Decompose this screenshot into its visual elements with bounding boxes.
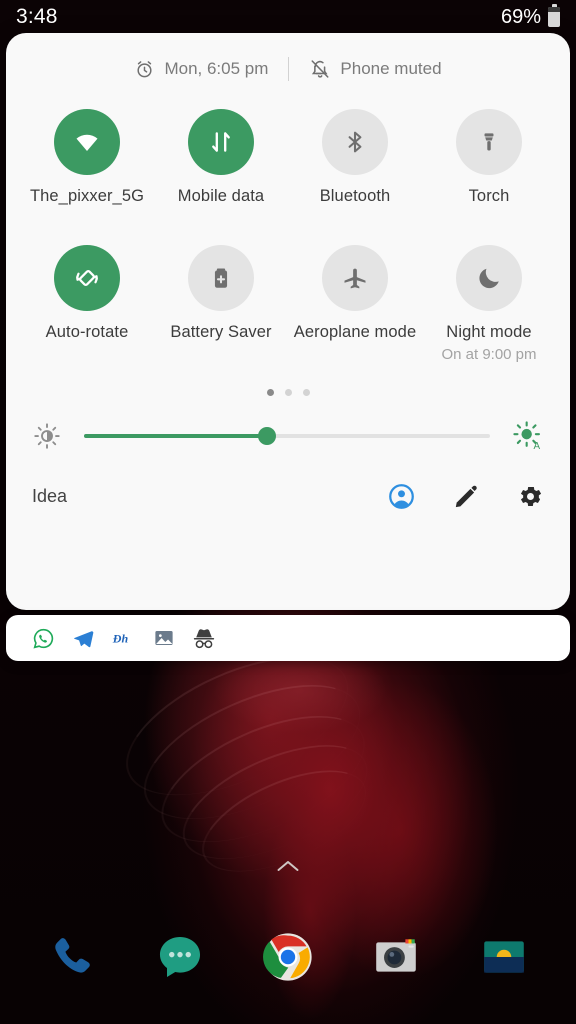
battery-percent-label: 69% [500,5,541,28]
quick-settings-footer: Idea [6,468,570,526]
auto-brightness-icon[interactable]: A [512,420,544,452]
header-divider [288,57,290,81]
gallery-icon[interactable] [153,627,175,649]
messages-app-icon[interactable] [151,928,209,986]
gallery-app-icon[interactable] [475,928,533,986]
qs-tile-night-mode[interactable]: Night mode On at 9:00 pm [422,244,556,363]
flashlight-icon [477,130,501,154]
dh-app-icon[interactable]: Ðh [112,628,136,648]
quick-settings-header: Mon, 6:05 pm Phone muted [6,33,570,105]
settings-gear-icon[interactable] [517,483,544,510]
quick-settings-panel: Mon, 6:05 pm Phone muted The_pixxer_5G M… [6,33,570,610]
qs-tile-label: Auto-rotate [45,322,129,341]
wifi-icon [72,127,102,157]
qs-tile-aeroplane-mode-circle [322,244,388,311]
mobile-data-icon [207,128,235,156]
brightness-slider[interactable] [84,426,490,445]
qs-tile-bluetooth-circle [322,109,388,175]
chevron-up-icon [275,858,301,874]
qs-tile-mobile-data-circle [188,109,254,175]
qs-tile-label: The_pixxer_5G [29,187,145,205]
status-right-group: 69% [500,4,560,29]
telegram-icon[interactable] [72,627,95,650]
qs-tile-label: Night mode [446,322,532,341]
alarm-clock-icon [134,59,155,80]
chrome-app-icon[interactable] [259,928,317,986]
brightness-row: A [6,420,570,452]
qs-tile-auto-rotate[interactable]: Auto-rotate [20,244,154,363]
qs-tile-battery-saver-circle [188,244,254,311]
carrier-label: Idea [32,486,68,507]
status-bar: 3:48 69% [0,0,576,34]
qs-tile-label: Mobile data [177,187,265,205]
ringer-status[interactable]: Phone muted [309,58,442,80]
alarm-status[interactable]: Mon, 6:05 pm [134,59,268,80]
qs-tile-sublabel: On at 9:00 pm [441,345,537,363]
quick-settings-pager [6,388,570,396]
qs-tile-bluetooth[interactable]: Bluetooth [288,109,422,207]
qs-tile-label: Aeroplane mode [293,322,417,341]
whatsapp-icon[interactable] [32,627,55,650]
pager-dot-2[interactable] [284,388,292,396]
qs-tile-aeroplane-mode[interactable]: Aeroplane mode [288,244,422,363]
qs-tile-label: Bluetooth [319,187,391,205]
alarm-text: Mon, 6:05 pm [164,59,269,78]
battery-icon [548,4,560,27]
pager-dot-1[interactable] [266,388,274,396]
qs-tile-wifi[interactable]: The_pixxer_5G [20,109,154,207]
pager-dot-3[interactable] [302,388,310,396]
user-account-icon[interactable] [388,483,415,510]
brightness-slider-thumb[interactable] [257,426,276,445]
phone-app-icon[interactable] [43,928,101,986]
incognito-icon[interactable] [192,627,216,649]
phone-screen: 3:48 69% Mon, 6:05 pm Phone muted The_pi… [0,0,576,1024]
status-clock: 3:48 [16,5,58,28]
home-dock [0,928,576,986]
svg-text:Ðh: Ðh [112,631,128,645]
footer-icon-group [388,483,544,510]
qs-tile-wifi-circle [54,109,120,175]
airplane-icon [341,264,369,292]
battery-plus-icon [208,265,234,291]
auto-rotate-icon [72,263,102,293]
qs-tile-label: Torch [468,187,510,205]
bell-muted-icon [309,58,331,80]
qs-tile-torch-circle [456,109,522,175]
bluetooth-icon [342,129,368,155]
camera-app-icon[interactable] [367,928,425,986]
notification-icon-shade[interactable]: Ðh [6,615,570,661]
qs-tile-mobile-data[interactable]: Mobile data [154,109,288,207]
moon-icon [476,264,503,291]
app-drawer-indicator[interactable] [0,858,576,874]
brightness-slider-fill [84,433,267,438]
edit-pencil-icon[interactable] [453,484,479,510]
qs-tile-label: Battery Saver [170,322,272,341]
quick-settings-tile-grid: The_pixxer_5G Mobile data Bluetooth Torc… [6,109,570,363]
ringer-text: Phone muted [340,59,442,78]
qs-tile-night-mode-circle [456,244,522,311]
brightness-low-icon [32,421,62,451]
qs-tile-torch[interactable]: Torch [422,109,556,207]
svg-text:A: A [533,440,540,451]
qs-tile-battery-saver[interactable]: Battery Saver [154,244,288,363]
qs-tile-auto-rotate-circle [54,244,120,311]
